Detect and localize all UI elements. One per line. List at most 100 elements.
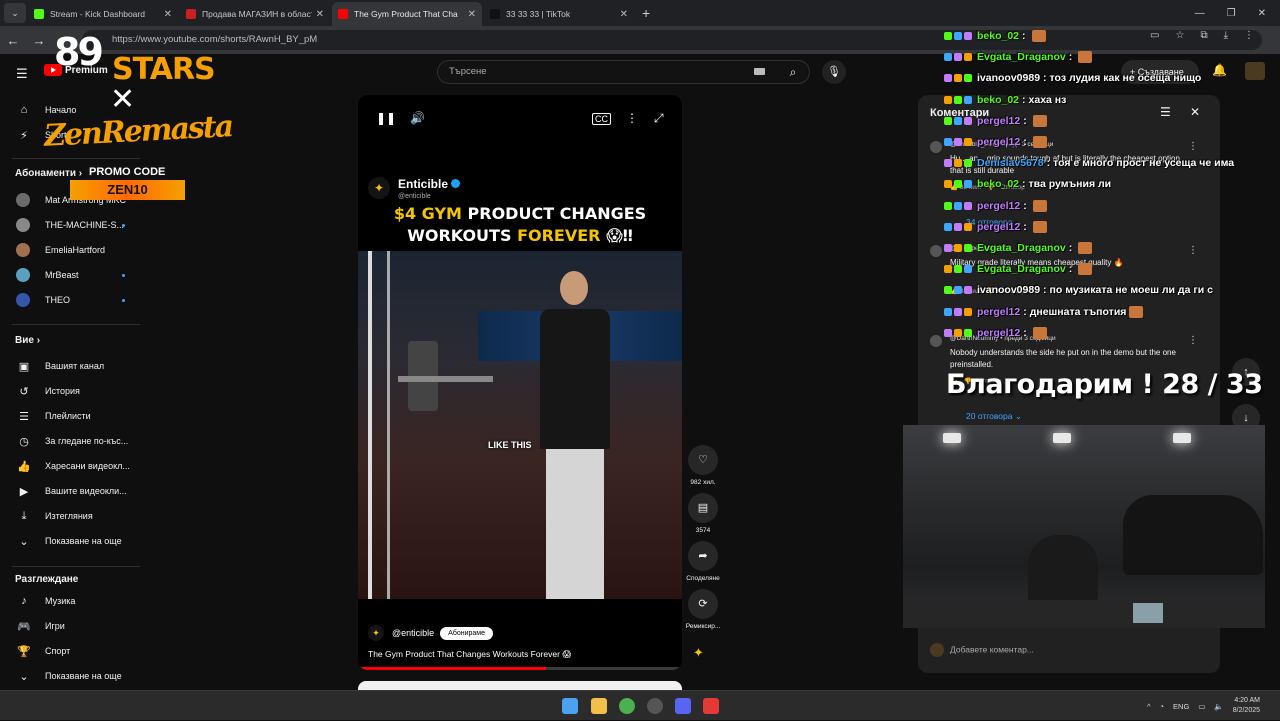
new-tab-button[interactable]: + bbox=[642, 5, 650, 21]
browser-tab-1[interactable]: Продава МАГАЗИН в област С ✕ bbox=[180, 2, 330, 26]
more-options-icon[interactable]: ⋮ bbox=[626, 111, 638, 125]
ceiling-light bbox=[1053, 433, 1071, 443]
sidebar-item-explore-2[interactable]: 🏆 Спорт bbox=[0, 640, 145, 662]
remix-action[interactable]: ⟳ Ремиксир... bbox=[682, 589, 724, 630]
tab-search-button[interactable]: ⌄ bbox=[4, 3, 26, 23]
network-icon[interactable]: ▭ bbox=[1198, 702, 1205, 711]
like-action[interactable]: ♡ 982 хил. bbox=[682, 445, 724, 486]
headline-highlight-1: $4 GYM bbox=[393, 204, 462, 223]
chat-text: тоя е много прост не усеща че има bbox=[1053, 157, 1235, 170]
chat-username: Evgata_Draganov bbox=[977, 51, 1066, 64]
sidebar-item-explore-1-label: Игри bbox=[45, 621, 65, 631]
view-replies-button[interactable]: 20 отговора ⌄ bbox=[966, 411, 1022, 422]
keyboard-icon[interactable] bbox=[754, 68, 765, 75]
minimize-icon[interactable]: — bbox=[1195, 8, 1205, 19]
chat-username: Evgata_Draganov bbox=[977, 263, 1066, 276]
channel-avatar bbox=[16, 193, 30, 207]
browser-tab-0[interactable]: Stream - Kick Dashboard ✕ bbox=[28, 2, 178, 26]
maximize-icon[interactable]: ❐ bbox=[1227, 8, 1236, 19]
chat-badge-icon bbox=[954, 53, 962, 62]
tab-close-icon[interactable]: ✕ bbox=[164, 9, 172, 20]
sidebar-item-you-4-label: Харесани видеокл... bbox=[45, 461, 130, 471]
tab-close-icon[interactable]: ✕ bbox=[468, 9, 476, 20]
sidebar-item-sub-3[interactable]: MrBeast bbox=[0, 264, 145, 286]
squat-rack bbox=[368, 251, 390, 599]
add-comment-input[interactable]: Добавете коментар... bbox=[930, 643, 1208, 657]
sidebar-item-you-7[interactable]: ⌄ Показване на още bbox=[0, 530, 145, 552]
share-icon[interactable]: ➦ bbox=[688, 541, 718, 571]
sidebar-item-explore-0-label: Музика bbox=[45, 596, 76, 606]
tab-close-icon[interactable]: ✕ bbox=[620, 9, 628, 20]
chat-badge-icon bbox=[964, 265, 972, 274]
app-icon[interactable] bbox=[703, 698, 719, 714]
fullscreen-icon[interactable]: ⤢ bbox=[654, 111, 664, 126]
share-action[interactable]: ➦ Споделяне bbox=[682, 541, 724, 582]
sidebar-item-sub-2[interactable]: EmeliaHartford bbox=[0, 239, 145, 261]
tab-close-icon[interactable]: ✕ bbox=[316, 9, 324, 20]
subscribe-button[interactable]: Абонираме bbox=[440, 626, 494, 640]
remix-icon[interactable]: ⟳ bbox=[688, 589, 718, 619]
sidebar-item-you-4[interactable]: 👍 Харесани видеокл... bbox=[0, 455, 145, 477]
video-frame bbox=[358, 251, 682, 599]
chat-badge-icon bbox=[954, 180, 962, 189]
sidebar-item-you-3[interactable]: ◷ За гледане по-къс... bbox=[0, 430, 145, 452]
chat-username: beko_02 bbox=[977, 178, 1020, 191]
sidebar-item-you-2[interactable]: ☰ Плейлисти bbox=[0, 405, 145, 427]
sidebar-item-explore-3[interactable]: ⌄ Показване на още bbox=[0, 665, 145, 687]
start-icon[interactable] bbox=[562, 698, 578, 714]
sidebar-item-sub-1[interactable]: THE-MACHINE-S... bbox=[0, 214, 145, 236]
browser-tab-2[interactable]: The Gym Product That Cha ✕ bbox=[332, 2, 482, 26]
chat-badge-icon bbox=[964, 74, 972, 83]
footer-channel-name[interactable]: @enticible bbox=[392, 628, 434, 638]
sidebar-item-you-5[interactable]: ▶ Вашите видеокли... bbox=[0, 480, 145, 502]
sidebar-item-explore-1[interactable]: 🎮 Игри bbox=[0, 615, 145, 637]
comment-more-icon[interactable]: ⋮ bbox=[1188, 335, 1198, 346]
new-content-dot bbox=[122, 298, 125, 302]
commenter-avatar[interactable] bbox=[930, 335, 942, 347]
sound-source-icon[interactable]: ✦ bbox=[693, 645, 704, 661]
chat-colon: : bbox=[1022, 93, 1026, 106]
back-icon[interactable]: ← bbox=[0, 33, 26, 48]
chat-badge-icon bbox=[944, 328, 952, 337]
browser-tab-3[interactable]: 33 33 33 | TikTok ✕ bbox=[484, 2, 634, 26]
channel-avatar[interactable]: ✦ bbox=[368, 625, 384, 641]
headline-text-2: WORKOUTS bbox=[407, 226, 512, 245]
chrome-icon[interactable] bbox=[619, 698, 635, 714]
video-progress-bar[interactable] bbox=[358, 667, 682, 670]
like-icon[interactable]: ♡ bbox=[688, 445, 718, 475]
chat-badge-icon bbox=[964, 286, 972, 295]
commenter-avatar[interactable] bbox=[930, 141, 942, 153]
video-title[interactable]: The Gym Product That Changes Workouts Fo… bbox=[368, 649, 571, 660]
wifi-icon[interactable]: ◔ bbox=[1160, 702, 1165, 711]
microphone-icon[interactable]: 🎙 bbox=[822, 60, 846, 84]
sidebar-item-you-6[interactable]: ⤓ Изтегляния bbox=[0, 505, 145, 527]
chat-text: по музиката не моеш ли да ги с bbox=[1049, 284, 1213, 297]
volume-tray-icon[interactable]: 🔈 bbox=[1214, 702, 1223, 711]
desk bbox=[903, 600, 1265, 628]
shorts-player[interactable]: ❚❚ 🔊 CC ⋮ ⤢ ✦ Enticible @enticible $4 GY… bbox=[358, 95, 682, 670]
chat-emote-icon bbox=[1078, 242, 1093, 254]
clock[interactable]: 4:20 AM 8/2/2025 bbox=[1233, 696, 1260, 716]
comments-icon[interactable]: ▤ bbox=[688, 493, 718, 523]
chat-badge-icon bbox=[944, 32, 952, 40]
sidebar-item-you-1[interactable]: ↺ История bbox=[0, 380, 145, 402]
new-content-dot bbox=[122, 273, 125, 277]
you-heading[interactable]: Вие › bbox=[15, 335, 40, 346]
search-icon[interactable]: ⌕ bbox=[778, 60, 808, 84]
sidebar-item-sub-4[interactable]: THEO bbox=[0, 289, 145, 311]
pause-icon[interactable]: ❚❚ bbox=[376, 111, 396, 125]
discord-icon[interactable] bbox=[675, 698, 691, 714]
language-indicator[interactable]: ENG bbox=[1173, 702, 1189, 711]
close-window-icon[interactable]: ✕ bbox=[1258, 8, 1266, 19]
explore-heading[interactable]: Разглеждане bbox=[15, 574, 78, 585]
sidebar-item-explore-0[interactable]: ♪ Музика bbox=[0, 590, 145, 612]
commenter-avatar[interactable] bbox=[930, 245, 942, 257]
captions-icon[interactable]: CC bbox=[592, 113, 611, 125]
obs-icon[interactable] bbox=[647, 698, 663, 714]
tray-overflow-icon[interactable]: ^ bbox=[1147, 702, 1151, 711]
sidebar-item-you-0[interactable]: ▣ Вашият канал bbox=[0, 355, 145, 377]
volume-icon[interactable]: 🔊 bbox=[410, 111, 425, 125]
hamburger-icon[interactable]: ☰ bbox=[16, 66, 28, 82]
file-explorer-icon[interactable] bbox=[591, 698, 607, 714]
comments-action[interactable]: ▤ 3574 bbox=[682, 493, 724, 534]
